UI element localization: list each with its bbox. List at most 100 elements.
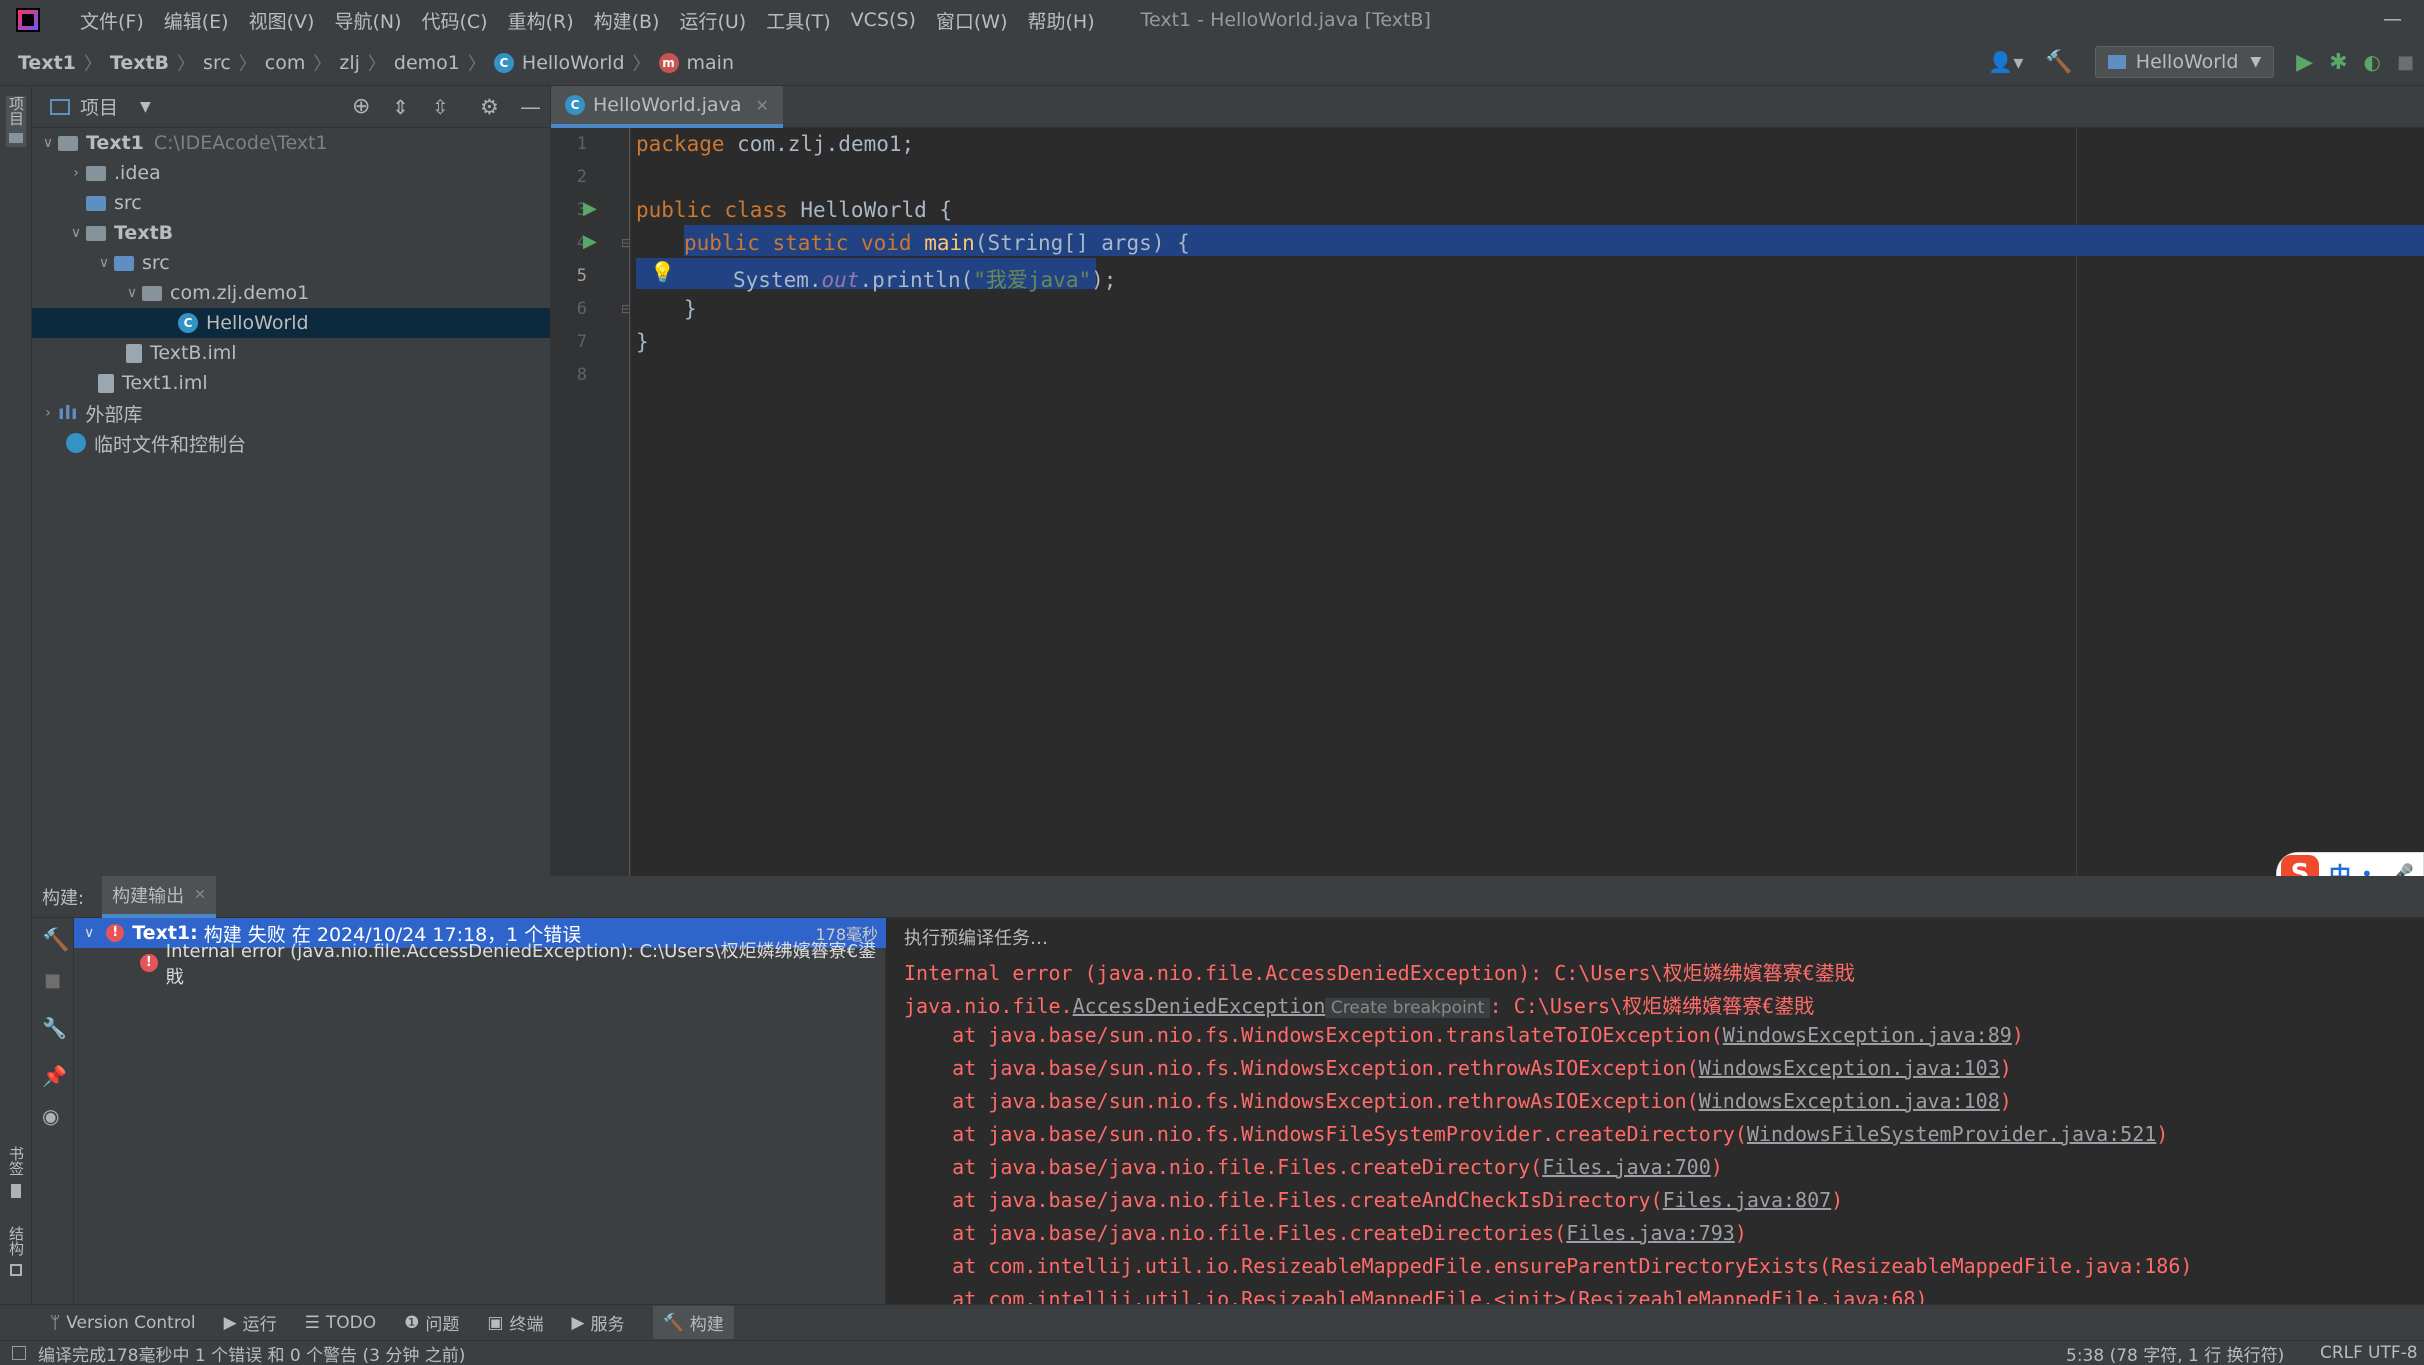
menu-window[interactable]: 窗口(W) (936, 7, 1008, 34)
chevron-down-icon[interactable]: ∨ (94, 255, 114, 271)
project-panel-title[interactable]: 项目 (80, 93, 118, 120)
crumb-helloworld[interactable]: HelloWorld (522, 52, 625, 74)
menu-run[interactable]: 运行(U) (679, 7, 746, 34)
build-hammer-icon[interactable]: 🔨 (2045, 50, 2072, 75)
tree-item-textb-src[interactable]: ∨ src (94, 248, 170, 278)
crumb-textb[interactable]: TextB (110, 52, 169, 74)
console-link[interactable]: Files.java:807 (1663, 1188, 1832, 1212)
hide-panel-icon[interactable]: — (520, 95, 541, 119)
menu-edit[interactable]: 编辑(E) (164, 7, 229, 34)
status-toggle-icon[interactable] (12, 1346, 26, 1360)
file-encoding[interactable]: UTF-8 (2368, 1343, 2418, 1363)
menu-vcs[interactable]: VCS(S) (851, 9, 916, 31)
chevron-right-icon[interactable]: › (66, 165, 86, 181)
project-tool-button[interactable]: 项目 (6, 96, 26, 147)
coverage-icon[interactable]: ◐ (2364, 50, 2381, 74)
code-token: (String[] args) { (974, 231, 1190, 255)
tree-item-label: 临时文件和控制台 (94, 433, 247, 456)
expand-all-icon[interactable]: ⇕ (392, 95, 409, 119)
structure-tool-button[interactable]: 结构 (6, 1226, 26, 1280)
crumb-zlj[interactable]: zlj (339, 52, 360, 74)
console-line: at java.base/sun.nio.fs.WindowsException… (904, 1023, 2024, 1047)
tree-item-root[interactable]: ∨ Text1 C:\IDEAcode\Text1 (38, 128, 328, 158)
console-link[interactable]: AccessDeniedException (1073, 994, 1326, 1018)
chevron-down-icon[interactable]: ▼ (140, 99, 151, 115)
stop-icon[interactable]: ■ (44, 970, 61, 991)
menu-code[interactable]: 代码(C) (421, 7, 487, 34)
tool-terminal[interactable]: ▣ 终端 (487, 1310, 543, 1336)
tree-item-scratches[interactable]: 临时文件和控制台 (66, 428, 246, 458)
bookmarks-tool-button[interactable]: 书签 (6, 1146, 26, 1202)
close-icon[interactable]: ✕ (194, 887, 206, 903)
chevron-down-icon[interactable]: ∨ (66, 225, 86, 241)
tab-build-output[interactable]: 构建输出 ✕ (102, 875, 216, 918)
lightbulb-icon[interactable]: 💡 (650, 260, 675, 284)
console-link[interactable]: Files.java:793 (1566, 1221, 1735, 1245)
run-icon[interactable]: ▶ (2296, 50, 2313, 75)
chevron-down-icon[interactable]: ∨ (84, 925, 94, 941)
crumb-demo1[interactable]: demo1 (394, 52, 460, 74)
tool-label: 问题 (425, 1315, 460, 1335)
tree-item-external-libraries[interactable]: › ılı 外部库 (38, 398, 142, 428)
tree-item-text1-iml[interactable]: Text1.iml (98, 368, 208, 398)
minimize-icon[interactable]: — (2383, 8, 2402, 30)
user-icon[interactable]: 👤▾ (1988, 50, 2023, 74)
run-gutter-icon[interactable]: ▶ (583, 231, 597, 252)
caret-position[interactable]: 5:38 (78 字符, 1 行 换行符) (2066, 1341, 2284, 1365)
chevron-down-icon[interactable]: ∨ (122, 285, 142, 301)
tool-problems[interactable]: ❶ 问题 (404, 1310, 460, 1336)
console-link[interactable]: WindowsFileSystemProvider.java:521 (1747, 1122, 2156, 1146)
stop-icon[interactable]: ■ (2397, 52, 2414, 73)
console-link[interactable]: WindowsException.java:89 (1723, 1023, 2012, 1047)
menu-build[interactable]: 构建(B) (594, 7, 660, 34)
build-hammer-icon[interactable]: 🔨 (42, 928, 69, 953)
crumb-main[interactable]: main (687, 52, 734, 74)
crumb-com[interactable]: com (265, 52, 306, 74)
pin-icon[interactable]: 📌 (42, 1064, 67, 1088)
project-view-icon (50, 98, 70, 115)
gear-icon[interactable]: ⚙ (480, 95, 499, 119)
tool-todo[interactable]: ☰ TODO (305, 1313, 377, 1333)
chevron-down-icon[interactable]: ∨ (38, 135, 58, 151)
build-tool-strip: 🔨 ■ 🔧 📌 ◉ (32, 918, 74, 1304)
console-link[interactable]: Files.java:700 (1542, 1155, 1711, 1179)
close-icon[interactable]: ✕ (755, 96, 768, 115)
wrench-icon[interactable]: 🔧 (42, 1016, 67, 1040)
menu-refactor[interactable]: 重构(R) (508, 7, 574, 34)
console-link[interactable]: WindowsException.java:108 (1699, 1089, 2000, 1113)
locate-icon[interactable]: ⊕ (352, 94, 370, 119)
tool-build[interactable]: 🔨 构建 (652, 1306, 734, 1339)
line-separator[interactable]: CRLF (2320, 1343, 2363, 1363)
console-link[interactable]: WindowsException.java:103 (1699, 1056, 2000, 1080)
tool-version-control[interactable]: ᛘ Version Control (50, 1313, 196, 1333)
tool-run[interactable]: ▶ 运行 (224, 1310, 277, 1336)
build-console[interactable]: 执行预编译任务… Internal error (java.nio.file.A… (886, 918, 2424, 1304)
menu-tools[interactable]: 工具(T) (766, 7, 830, 34)
menu-file[interactable]: 文件(F) (80, 7, 144, 34)
menu-view[interactable]: 视图(V) (249, 7, 315, 34)
tree-item-package[interactable]: ∨ com.zlj.demo1 (122, 278, 309, 308)
crumb-text1[interactable]: Text1 (18, 52, 76, 74)
menu-help[interactable]: 帮助(H) (1028, 7, 1095, 34)
create-breakpoint-link[interactable]: Create breakpoint (1325, 998, 1490, 1018)
status-bar: 编译完成178毫秒中 1 个错误 和 0 个警告 (3 分钟 之前) 5:38 … (0, 1340, 2424, 1365)
status-message[interactable]: 编译完成178毫秒中 1 个错误 和 0 个警告 (3 分钟 之前) (38, 1341, 465, 1365)
run-config-select[interactable]: HelloWorld ▼ (2094, 46, 2275, 78)
menu-navigate[interactable]: 导航(N) (334, 7, 401, 34)
chevron-right-icon[interactable]: › (38, 405, 58, 421)
tool-window-bar: ᛘ Version Control ▶ 运行 ☰ TODO ❶ 问题 ▣ 终端 ▶ 服务 🔨… (0, 1304, 2424, 1340)
collapse-all-icon[interactable]: ⇳ (432, 95, 449, 119)
debug-icon[interactable]: ✱ (2329, 50, 2347, 75)
problems-icon: ❶ (404, 1312, 420, 1333)
tree-item-helloworld[interactable]: C HelloWorld (178, 308, 309, 338)
tree-item-textb[interactable]: ∨ TextB (66, 218, 173, 248)
editor-tab-helloworld[interactable]: C HelloWorld.java ✕ (551, 86, 783, 128)
tree-item-idea[interactable]: › .idea (66, 158, 161, 188)
tree-item-textb-iml[interactable]: TextB.iml (126, 338, 237, 368)
build-error-row[interactable]: ! Internal error (java.nio.file.AccessDe… (140, 941, 885, 988)
run-gutter-icon[interactable]: ▶ (583, 198, 597, 219)
crumb-src[interactable]: src (203, 52, 231, 74)
tree-item-src[interactable]: src (86, 188, 142, 218)
tool-services[interactable]: ▶ 服务 (571, 1310, 624, 1336)
eye-icon[interactable]: ◉ (42, 1104, 59, 1128)
